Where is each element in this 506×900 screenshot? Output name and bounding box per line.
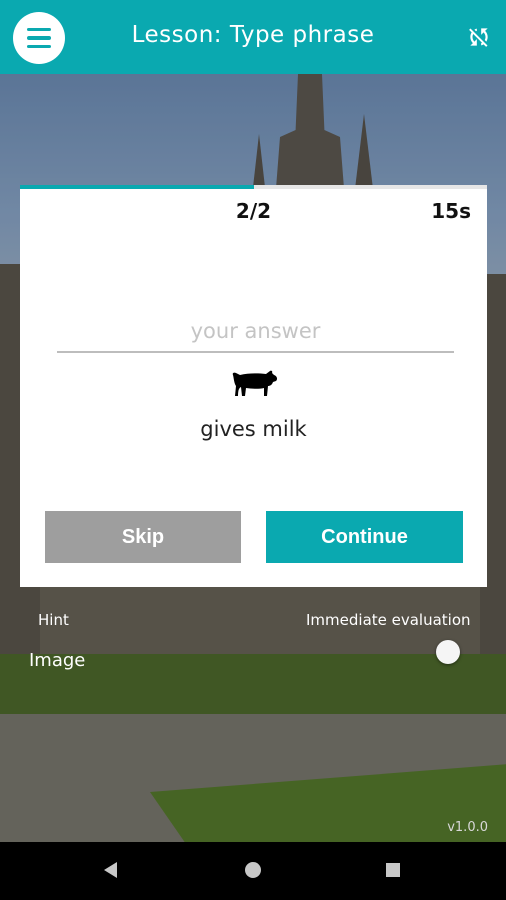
skip-button[interactable]: Skip <box>45 511 241 563</box>
timer: 15s <box>431 199 471 223</box>
image-option[interactable]: Image <box>29 650 85 671</box>
immediate-evaluation-toggle[interactable] <box>436 640 460 664</box>
progress-fill <box>20 185 254 189</box>
sync-disabled-icon[interactable] <box>466 24 492 50</box>
home-icon[interactable] <box>245 862 261 878</box>
hint-label[interactable]: Hint <box>38 611 69 629</box>
continue-button[interactable]: Continue <box>266 511 463 563</box>
cow-icon <box>232 370 278 396</box>
immediate-evaluation-label: Immediate evaluation <box>306 611 471 629</box>
version-label: v1.0.0 <box>447 820 488 835</box>
app-bar: Lesson: Type phrase <box>0 0 506 74</box>
prompt-text: gives milk <box>200 417 307 441</box>
answer-input[interactable] <box>57 311 454 353</box>
recents-icon[interactable] <box>386 863 400 877</box>
page-title: Lesson: Type phrase <box>131 22 375 48</box>
progress-track <box>20 185 487 189</box>
back-icon[interactable] <box>104 862 117 878</box>
exercise-card: 2/2 15s gives milk Skip Continue <box>20 185 487 587</box>
question-counter: 2/2 <box>235 199 272 223</box>
